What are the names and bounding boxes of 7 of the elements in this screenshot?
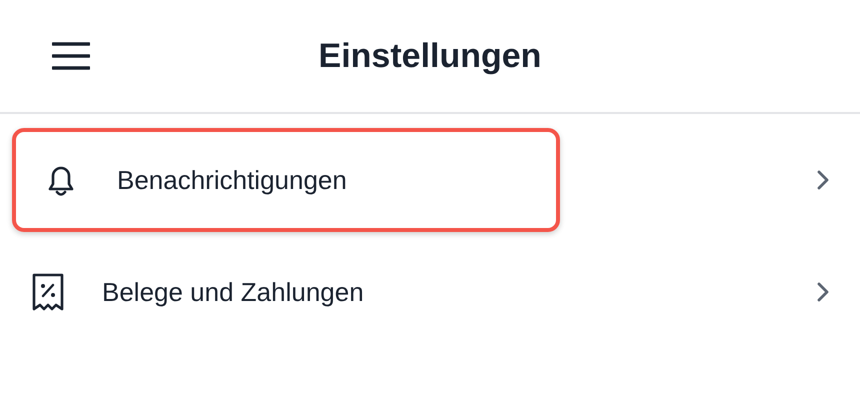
settings-item[interactable]: Benachrichtigungen bbox=[117, 164, 347, 196]
chevron-right-icon[interactable] bbox=[816, 169, 830, 191]
chevron-right-icon[interactable] bbox=[816, 281, 830, 303]
receipt-icon bbox=[30, 272, 66, 312]
menu-icon[interactable] bbox=[52, 42, 90, 70]
page-title: Einstellungen bbox=[318, 36, 542, 76]
settings-item[interactable]: Belege und Zahlungen bbox=[102, 276, 364, 308]
